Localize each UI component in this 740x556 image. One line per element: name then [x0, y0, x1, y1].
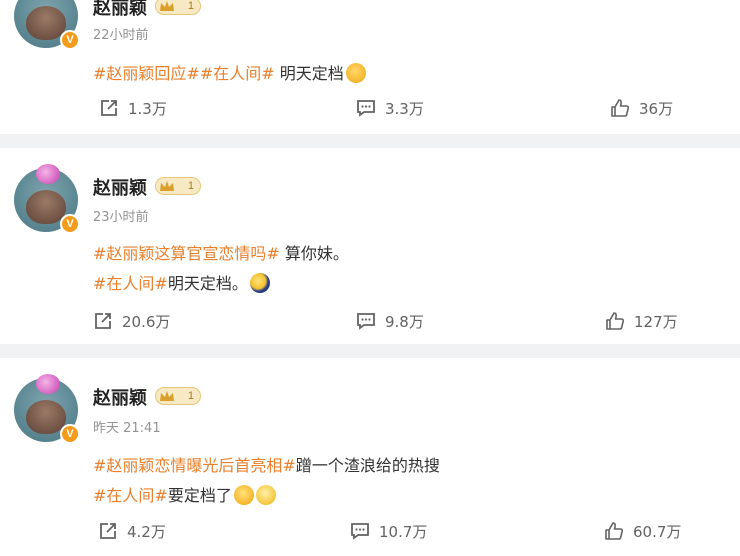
crown-icon [160, 391, 174, 401]
avatar[interactable]: V [14, 374, 80, 444]
comment-button[interactable]: 3.3万 [355, 96, 424, 120]
share-count: 1.3万 [128, 99, 167, 118]
share-count: 20.6万 [122, 312, 171, 331]
crown-badge[interactable]: 1 [155, 0, 201, 15]
post-text: 明天定档 [274, 64, 344, 83]
post-time[interactable]: 23小时前 [93, 206, 149, 225]
verified-badge-icon: V [60, 214, 80, 234]
like-count: 127万 [634, 312, 678, 331]
topic-tag[interactable]: #赵丽颖回应# [93, 64, 200, 83]
username[interactable]: 赵丽颖 [93, 174, 147, 200]
share-count: 4.2万 [127, 522, 166, 541]
post-text-line: #赵丽颖回应##在人间# 明天定档 [93, 60, 366, 84]
topic-tag[interactable]: #赵丽颖恋情曝光后首亮相# [93, 456, 296, 475]
topic-tag[interactable]: #赵丽颖这算官宣恋情吗# [93, 244, 280, 263]
action-bar: 1.3万 3.3万 36万 [0, 96, 740, 120]
avatar-hat [36, 164, 60, 184]
post-text-line: #在人间#明天定档。 [93, 270, 270, 294]
post-text-line: #赵丽颖这算官宣恋情吗# 算你妹。 [93, 240, 349, 264]
share-icon [101, 100, 117, 116]
post-time[interactable]: 昨天 21:41 [93, 417, 161, 436]
shy-emoji-icon [345, 63, 366, 83]
laugh-emoji-icon [233, 485, 254, 505]
like-button[interactable]: 127万 [604, 309, 678, 333]
post-2: V 赵丽颖 1 昨天 21:41 #赵丽颖恋情曝光后首亮相#蹭一个渣浪给的热搜 … [0, 358, 740, 556]
like-button[interactable]: 60.7万 [603, 519, 681, 543]
topic-tag[interactable]: #在人间# [200, 64, 275, 83]
weibo-feed: V 赵丽颖 1 22小时前 #赵丽颖回应##在人间# 明天定档 1.3万 3.3… [0, 0, 740, 556]
topic-tag[interactable]: #在人间# [93, 486, 168, 505]
post-text: 蹭一个渣浪给的热搜 [295, 456, 440, 475]
avatar[interactable]: V [14, 164, 80, 234]
action-bar: 20.6万 9.8万 127万 [0, 309, 740, 333]
comment-icon [357, 100, 375, 117]
comment-icon [357, 313, 375, 330]
comment-icon [351, 523, 369, 540]
comment-count: 9.8万 [385, 312, 424, 331]
moon-emoji-icon [249, 273, 270, 293]
post-text-line: #在人间#要定档了 [93, 482, 276, 506]
share-button[interactable]: 20.6万 [92, 309, 170, 333]
crown-icon [160, 181, 174, 191]
like-button[interactable]: 36万 [609, 96, 673, 120]
level-number: 1 [187, 390, 194, 402]
crown-icon [160, 1, 174, 11]
like-icon [605, 522, 624, 540]
avatar[interactable]: V [14, 0, 80, 50]
verified-badge-icon: V [60, 30, 80, 50]
post-1: V 赵丽颖 1 23小时前 #赵丽颖这算官宣恋情吗# 算你妹。 #在人间#明天定… [0, 148, 740, 344]
like-icon [611, 99, 630, 117]
shocked-emoji-icon [255, 485, 276, 505]
avatar-hat [36, 374, 60, 394]
share-button[interactable]: 1.3万 [98, 96, 167, 120]
like-count: 60.7万 [633, 522, 682, 541]
share-icon [100, 523, 116, 539]
post-text: 明天定档。 [167, 274, 248, 293]
post-text: 要定档了 [167, 486, 232, 505]
share-button[interactable]: 4.2万 [97, 519, 166, 543]
like-count: 36万 [639, 99, 674, 118]
like-icon [606, 312, 625, 330]
comment-button[interactable]: 9.8万 [355, 309, 424, 333]
crown-badge[interactable]: 1 [155, 177, 201, 195]
action-bar: 4.2万 10.7万 60.7万 [0, 519, 740, 543]
comment-count: 10.7万 [379, 522, 428, 541]
post-text-line: #赵丽颖恋情曝光后首亮相#蹭一个渣浪给的热搜 [93, 452, 440, 476]
share-icon [95, 313, 111, 329]
topic-tag[interactable]: #在人间# [93, 274, 168, 293]
verified-badge-icon: V [60, 424, 80, 444]
username[interactable]: 赵丽颖 [93, 384, 147, 410]
comment-count: 3.3万 [385, 99, 424, 118]
level-number: 1 [187, 180, 194, 192]
level-number: 1 [187, 0, 194, 12]
post-time[interactable]: 22小时前 [93, 24, 149, 43]
crown-badge[interactable]: 1 [155, 387, 201, 405]
comment-button[interactable]: 10.7万 [349, 519, 427, 543]
post-text: 算你妹。 [279, 244, 349, 263]
username[interactable]: 赵丽颖 [93, 0, 147, 20]
post-0: V 赵丽颖 1 22小时前 #赵丽颖回应##在人间# 明天定档 1.3万 3.3… [0, 0, 740, 134]
